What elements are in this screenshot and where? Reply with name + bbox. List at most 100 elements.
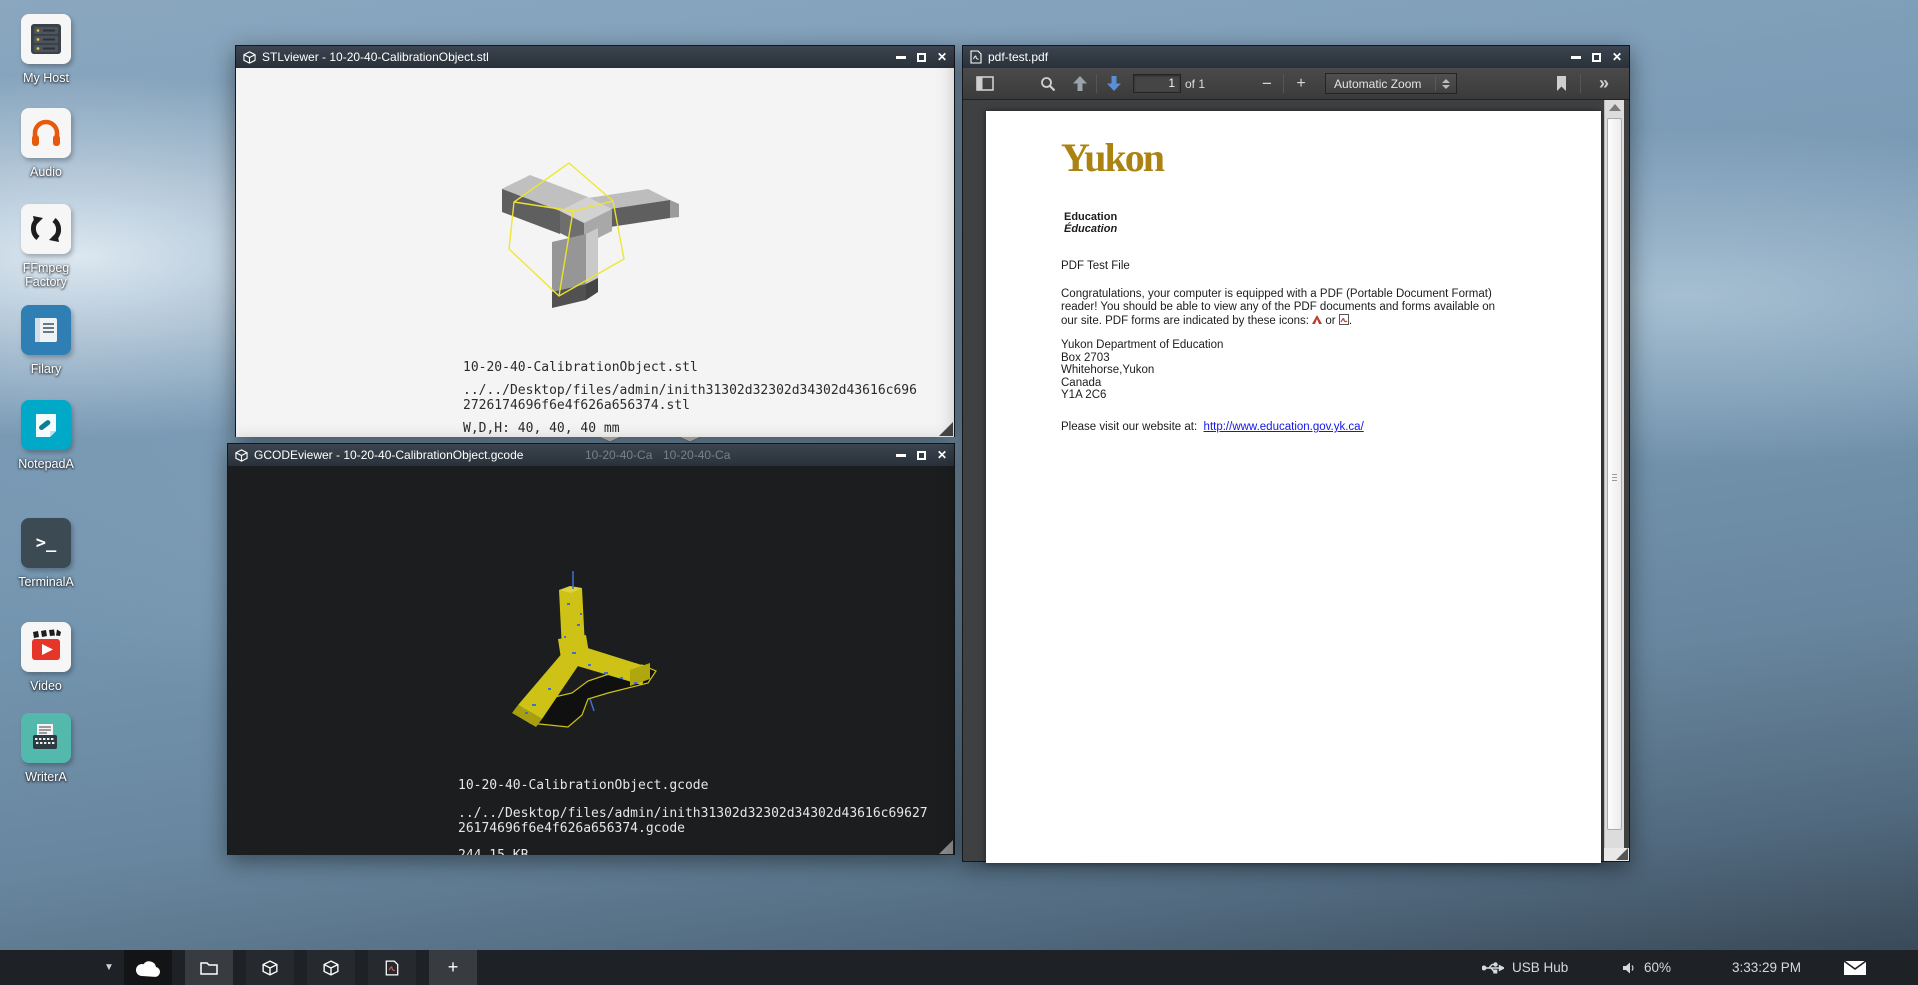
resize-grip[interactable]: [939, 840, 953, 854]
taskbar-stlviewer-button[interactable]: [246, 950, 294, 985]
previous-page-button[interactable]: [1067, 68, 1093, 99]
desktop-icon-my-host[interactable]: My Host: [8, 14, 84, 85]
address-line: Whitehorse,Yukon: [1061, 364, 1154, 377]
desktop-icon-label: Filary: [8, 362, 84, 376]
pdf-file-icon: [970, 50, 982, 64]
gcode-filesize: 244.15 KB: [458, 848, 528, 855]
arrow-down-icon: [1107, 76, 1121, 91]
desktop-icon-video[interactable]: Video: [8, 622, 84, 693]
minimize-button[interactable]: [896, 454, 906, 457]
website-line: Please visit our website at: http://www.…: [1061, 421, 1364, 434]
hidden-icon-label: 10-20-40-Ca: [585, 448, 652, 462]
taskbar-cloud-button[interactable]: [124, 950, 172, 985]
desktop-icon-terminala[interactable]: >_ TerminalA: [8, 518, 84, 589]
more-tools-button[interactable]: »: [1589, 68, 1619, 99]
pdf-titlebar[interactable]: pdf-test.pdf ✕: [963, 46, 1629, 68]
gcode-viewport[interactable]: 10-20-40-CalibrationObject.gcode ../../D…: [228, 466, 954, 855]
search-icon: [1040, 76, 1056, 92]
website-link[interactable]: http://www.education.gov.yk.ca/: [1204, 421, 1364, 433]
close-button[interactable]: ✕: [1612, 52, 1622, 62]
toggle-sidebar-button[interactable]: [971, 68, 999, 99]
doc-heading: PDF Test File: [1061, 260, 1130, 273]
cube-icon: [235, 449, 248, 462]
address-line: Yukon Department of Education: [1061, 339, 1223, 352]
minimize-button[interactable]: [896, 56, 906, 59]
desktop-icon-ffmpeg-factory[interactable]: FFmpeg Factory: [8, 204, 84, 289]
pdf-doc-icon: [1339, 314, 1349, 325]
taskbar-new-window-button[interactable]: +: [429, 950, 477, 985]
book-icon: [21, 305, 71, 355]
taskbar-menu-button[interactable]: ▼: [92, 950, 126, 985]
bookmark-icon: [1556, 76, 1567, 91]
zoom-out-button[interactable]: −: [1255, 68, 1279, 99]
minimize-button[interactable]: [1571, 56, 1581, 59]
page-number-input[interactable]: 1: [1133, 74, 1181, 93]
cloud-icon: [135, 959, 161, 977]
desktop-icon-label: Video: [8, 679, 84, 693]
stlviewer-window: STLviewer - 10-20-40-CalibrationObject.s…: [235, 45, 955, 437]
close-button[interactable]: ✕: [937, 52, 947, 62]
volume-label: 60%: [1644, 960, 1671, 975]
acrobat-icon: [1312, 315, 1322, 325]
desktop-icon-label: NotepadA: [8, 457, 84, 471]
resize-corner[interactable]: [1604, 848, 1629, 861]
desktop-icon-label: WriterA: [8, 770, 84, 784]
desktop-icon-label: Audio: [8, 165, 84, 179]
close-button[interactable]: ✕: [937, 450, 947, 460]
cube-icon: [243, 51, 256, 64]
desktop-icon-notepada[interactable]: NotepadA: [8, 400, 84, 471]
maximize-button[interactable]: [917, 451, 926, 460]
desktop-icon-filary[interactable]: Filary: [8, 305, 84, 376]
zoom-select-spinner-icon: [1442, 79, 1450, 89]
stlviewer-titlebar[interactable]: STLviewer - 10-20-40-CalibrationObject.s…: [236, 46, 954, 68]
stl-viewport[interactable]: 10-20-40-CalibrationObject.stl ../../Des…: [236, 68, 954, 437]
usb-icon: [1482, 961, 1504, 975]
taskbar-files-button[interactable]: [185, 950, 233, 985]
pdf-scrollbar[interactable]: [1604, 100, 1624, 850]
notepad-icon: [21, 400, 71, 450]
scrollbar-thumb[interactable]: [1607, 118, 1622, 830]
taskbar-gcodeviewer-button[interactable]: [307, 950, 355, 985]
window-title: STLviewer - 10-20-40-CalibrationObject.s…: [262, 50, 896, 64]
maximize-button[interactable]: [1592, 53, 1601, 62]
clock-label: 3:33:29 PM: [1732, 960, 1801, 975]
resize-grip[interactable]: [939, 422, 953, 436]
bookmark-button[interactable]: [1549, 68, 1573, 99]
usb-label: USB Hub: [1512, 960, 1568, 975]
taskbar-pdf-button[interactable]: [368, 950, 416, 985]
video-icon: [21, 622, 71, 672]
gcode-path-line2: 26174696f6e4f626a656374.gcode: [458, 821, 685, 836]
terminal-icon: >_: [21, 518, 71, 568]
volume-status[interactable]: 60%: [1622, 950, 1671, 985]
page-number-field[interactable]: 1: [1133, 68, 1181, 99]
arrow-up-icon: [1073, 76, 1087, 91]
desktop-icon-label: TerminalA: [8, 575, 84, 589]
stl-path-line2: 2726174696f6e4f626a656374.stl: [463, 398, 690, 413]
pdf-content-area: Yukon Education Éducation PDF Test File …: [963, 100, 1629, 861]
desktop-icon-label: FFmpeg Factory: [8, 261, 84, 289]
server-icon: [21, 14, 71, 64]
zoom-in-button[interactable]: +: [1289, 68, 1313, 99]
scroll-up-arrow-icon[interactable]: [1609, 104, 1621, 111]
stl-3d-model: [236, 68, 954, 437]
desktop-icon-writera[interactable]: WriterA: [8, 713, 84, 784]
clock[interactable]: 3:33:29 PM: [1732, 950, 1801, 985]
zoom-select-value: Automatic Zoom: [1326, 77, 1435, 91]
desktop-icon-audio[interactable]: Audio: [8, 108, 84, 179]
logo-education-fr: Éducation: [1064, 223, 1117, 236]
find-button[interactable]: [1035, 68, 1061, 99]
window-title: pdf-test.pdf: [988, 50, 1571, 64]
stl-path-line1: ../../Desktop/files/admin/inith31302d323…: [463, 383, 917, 398]
zoom-select[interactable]: Automatic Zoom: [1325, 68, 1457, 99]
typewriter-icon: [21, 713, 71, 763]
gcode-path-line1: ../../Desktop/files/admin/inith31302d323…: [458, 806, 928, 821]
pdf-page[interactable]: Yukon Education Éducation PDF Test File …: [986, 111, 1601, 863]
usb-status[interactable]: USB Hub: [1482, 950, 1568, 985]
cube-icon: [262, 960, 278, 976]
maximize-button[interactable]: [917, 53, 926, 62]
desktop-icon-label: My Host: [8, 71, 84, 85]
stl-filename: 10-20-40-CalibrationObject.stl: [463, 360, 698, 375]
next-page-button[interactable]: [1101, 68, 1127, 99]
mail-status[interactable]: [1843, 950, 1867, 985]
recycle-icon: [21, 204, 71, 254]
